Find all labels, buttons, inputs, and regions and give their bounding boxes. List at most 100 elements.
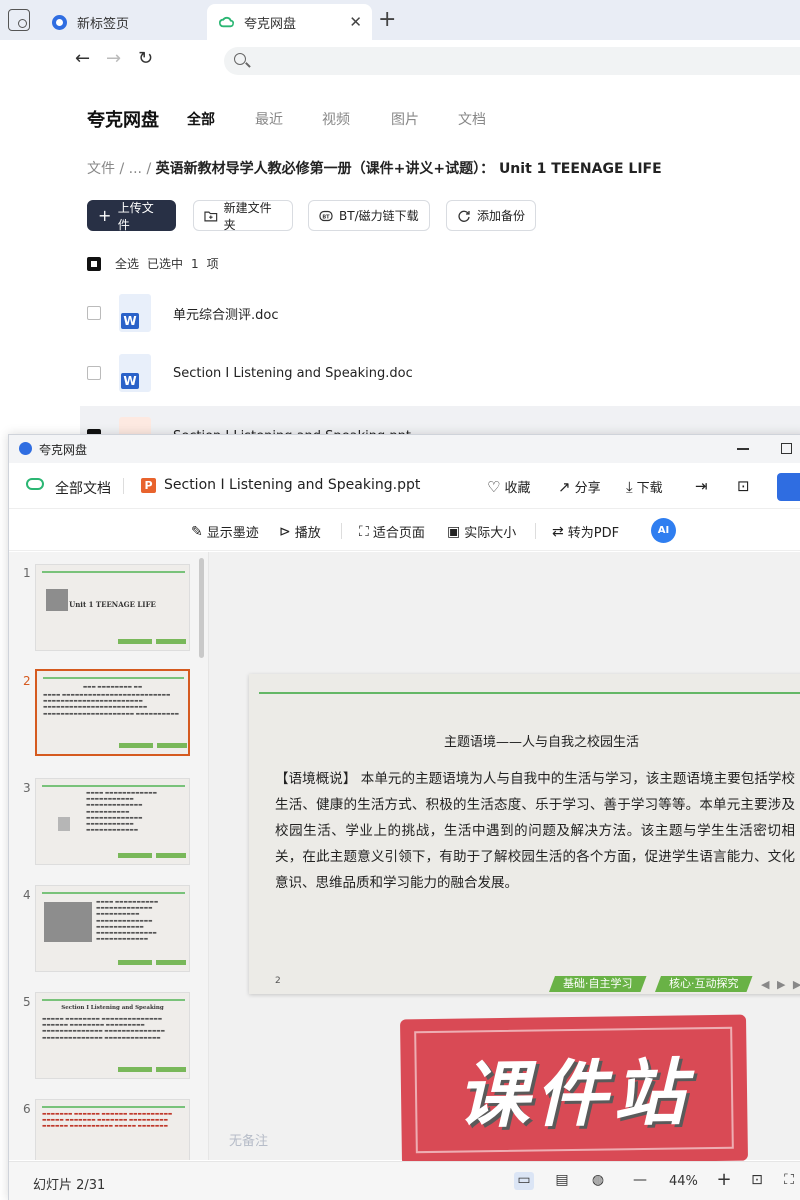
folder-icon <box>204 211 218 221</box>
maximize-icon[interactable] <box>781 443 792 454</box>
slide-thumbnail-3[interactable]: ▬▬▬▬ ▬▬▬▬▬▬▬▬▬▬▬▬ ▬▬▬▬▬▬▬▬▬▬▬ ▬▬▬▬▬▬▬▬▬▬… <box>35 778 190 865</box>
divider <box>535 523 536 539</box>
close-tab-icon[interactable]: ✕ <box>349 13 362 31</box>
thumb-chip <box>156 960 186 965</box>
breadcrumb: 文件 / ... / 英语新教材导学人教必修第一册（课件+讲义+试题）： Uni… <box>87 158 662 178</box>
export-icon[interactable]: ⇥ <box>695 477 712 495</box>
convert-pdf-button[interactable]: ⇄ 转为PDF <box>552 522 619 542</box>
new-tab-icon[interactable]: + <box>378 7 396 32</box>
thumb-decor-line <box>42 999 185 1001</box>
globe-icon[interactable]: ◍ <box>588 1172 608 1190</box>
browser-logo-icon <box>52 14 67 30</box>
brand-title: 夸克网盘 <box>87 110 159 131</box>
show-ink-button[interactable]: ✎ 显示墨迹 <box>191 522 259 542</box>
new-folder-button[interactable]: 新建文件夹 <box>193 200 293 232</box>
slide-body-text: 【语境概说】 本单元的主题语境为人与自我中的生活与学习，该主题语境主要包括学校生… <box>275 771 795 891</box>
play-button[interactable]: ⊳ 播放 <box>279 522 321 542</box>
bt-download-button[interactable]: BT BT/磁力链下载 <box>308 200 430 231</box>
file-checkbox[interactable] <box>87 306 101 320</box>
file-name[interactable]: Section Ⅰ Listening and Speaking.doc <box>173 366 413 381</box>
thumb-decor-line <box>43 677 184 679</box>
current-slide: 主题语境——人与自我之校园生活 【语境概说】 本单元的主题语境为人与自我中的生活… <box>249 674 800 994</box>
thumb-decor-line <box>42 571 185 573</box>
slide-nav-arrows: ◀ ▶ ▶ <box>761 978 800 991</box>
grid-view-icon[interactable]: ▤ <box>552 1172 572 1190</box>
slide-thumbnail-4[interactable]: ▬▬▬▬ ▬▬▬▬▬▬▬▬▬▬ ▬▬▬▬▬▬▬▬▬▬▬▬▬ ▬▬▬▬▬▬▬▬▬▬… <box>35 885 190 972</box>
thumb-chip <box>118 960 152 965</box>
magnet-icon: BT <box>319 210 333 221</box>
share-icon: ↗ <box>558 477 571 496</box>
share-button[interactable]: ↗ 分享 <box>558 477 601 497</box>
add-backup-button[interactable]: 添加备份 <box>446 200 536 231</box>
play-label: 播放 <box>294 526 321 541</box>
forward-arrow-icon[interactable]: → <box>106 48 121 69</box>
thumb-text: ▬▬▬▬ ▬▬▬▬▬▬▬▬▬▬▬▬ ▬▬▬▬▬▬▬▬▬▬▬ ▬▬▬▬▬▬▬▬▬▬… <box>86 791 157 834</box>
breadcrumb-root[interactable]: 文件 <box>87 161 115 177</box>
viewer-toolbar: ✎ 显示墨迹 ⊳ 播放 ⛶ 适合页面 ▣ 实际大小 ⇄ 转为PDF AI <box>9 509 800 551</box>
actual-size-button[interactable]: ▣ 实际大小 <box>447 522 516 542</box>
reload-icon[interactable]: ↻ <box>138 48 153 69</box>
slide-chip-core: 核心·互动探究 <box>655 976 753 992</box>
fit-page-label: 适合页面 <box>372 526 425 541</box>
breadcrumb-current: 英语新教材导学人教必修第一册（课件+讲义+试题）： Unit 1 TEENAGE… <box>155 161 662 177</box>
upload-button[interactable]: + 上传文件 <box>87 200 176 232</box>
zoom-level[interactable]: 44% <box>669 1174 698 1189</box>
select-all-checkbox[interactable] <box>87 256 101 271</box>
all-documents-link[interactable]: 全部文档 <box>55 478 111 498</box>
nav-tab-video[interactable]: 视频 <box>322 109 350 129</box>
thumb-chip <box>156 639 186 644</box>
download-button[interactable]: ⤓ 下载 <box>626 477 663 497</box>
slide-thumbnail-5[interactable]: Section Ⅰ Listening and Speaking ▬▬▬▬▬ ▬… <box>35 992 190 1079</box>
thumb-number: 4 <box>23 888 31 902</box>
feedback-icon[interactable]: ⊡ <box>737 477 754 495</box>
nav-tab-image[interactable]: 图片 <box>391 109 419 129</box>
nav-tab-doc[interactable]: 文档 <box>458 109 486 129</box>
fit-page-button[interactable]: ⛶ 适合页面 <box>359 522 425 542</box>
svg-text:BT: BT <box>322 214 330 220</box>
notes-placeholder[interactable]: 无备注 <box>229 1130 268 1149</box>
select-all-label[interactable]: 全选 <box>115 255 139 272</box>
thumbnail-scrollbar[interactable] <box>199 558 204 658</box>
breadcrumb-ellipsis[interactable]: ... <box>129 161 142 177</box>
normal-view-icon[interactable]: ▭ <box>514 1172 534 1190</box>
share-label: 分享 <box>574 481 601 496</box>
zoom-in-icon[interactable]: + <box>714 1169 734 1190</box>
file-row[interactable]: Section Ⅰ Listening and Speaking.doc <box>80 343 800 403</box>
fit-window-icon[interactable]: ⊡ <box>747 1172 767 1190</box>
file-checkbox[interactable] <box>87 366 101 380</box>
slide-thumbnail-panel[interactable]: 1 Unit 1 TEENAGE LIFE 2 ▬▬▬ ▬▬▬▬▬▬▬▬ ▬▬ … <box>9 552 209 1160</box>
favorite-button[interactable]: ♡ 收藏 <box>487 477 530 497</box>
divider <box>123 478 124 494</box>
thumb-chip <box>156 853 186 858</box>
ai-assistant-button[interactable]: AI <box>651 518 676 543</box>
upload-label: 上传文件 <box>117 200 154 232</box>
zoom-out-icon[interactable]: — <box>630 1172 650 1190</box>
thumb-number: 3 <box>23 781 31 795</box>
tab-quark-disk[interactable]: 夸克网盘 ✕ <box>207 4 372 40</box>
heart-icon: ♡ <box>487 477 501 496</box>
cloud-icon <box>26 478 44 490</box>
thumb-chip <box>156 1067 186 1072</box>
thumb-text: ▬▬▬ ▬▬▬▬▬▬▬▬ ▬▬ <box>82 685 143 690</box>
file-name[interactable]: 单元综合测评.doc <box>173 304 279 323</box>
quark-logo-icon <box>19 442 32 455</box>
slide-thumbnail-1[interactable]: Unit 1 TEENAGE LIFE <box>35 564 190 651</box>
tab-new-tab[interactable]: 新标签页 <box>40 4 205 40</box>
nav-tab-recent[interactable]: 最近 <box>255 109 283 129</box>
edit-pen-button[interactable] <box>777 473 800 501</box>
minimize-icon[interactable] <box>737 448 749 450</box>
slide-thumbnail-2-active[interactable]: ▬▬▬ ▬▬▬▬▬▬▬▬ ▬▬ ▬▬▬▬ ▬▬▬▬▬▬▬▬▬▬▬▬▬▬▬▬▬▬▬… <box>35 669 190 756</box>
file-row[interactable]: 单元综合测评.doc <box>80 283 800 343</box>
nav-tab-all[interactable]: 全部 <box>187 109 215 129</box>
fullscreen-icon[interactable]: ⛶ <box>779 1172 799 1190</box>
viewer-title-bar: 夸克网盘 <box>9 435 800 463</box>
slide-thumbnail-6[interactable]: ▬▬▬▬▬▬▬ ▬▬▬▬▬▬ ▬▬▬▬▬▬ ▬▬▬▬▬▬▬▬▬▬ ▬▬▬▬▬ ▬… <box>35 1099 190 1160</box>
address-bar: ← → ↻ <box>0 40 800 82</box>
search-icon <box>234 53 246 65</box>
watermark-stamp: 课件站 <box>399 1014 749 1166</box>
back-arrow-icon[interactable]: ← <box>75 48 90 69</box>
slide-chip-basic: 基础·自主学习 <box>549 976 647 992</box>
thumb-decor-line <box>42 785 185 787</box>
url-input[interactable] <box>224 47 800 75</box>
tab-search-icon[interactable] <box>8 9 30 31</box>
